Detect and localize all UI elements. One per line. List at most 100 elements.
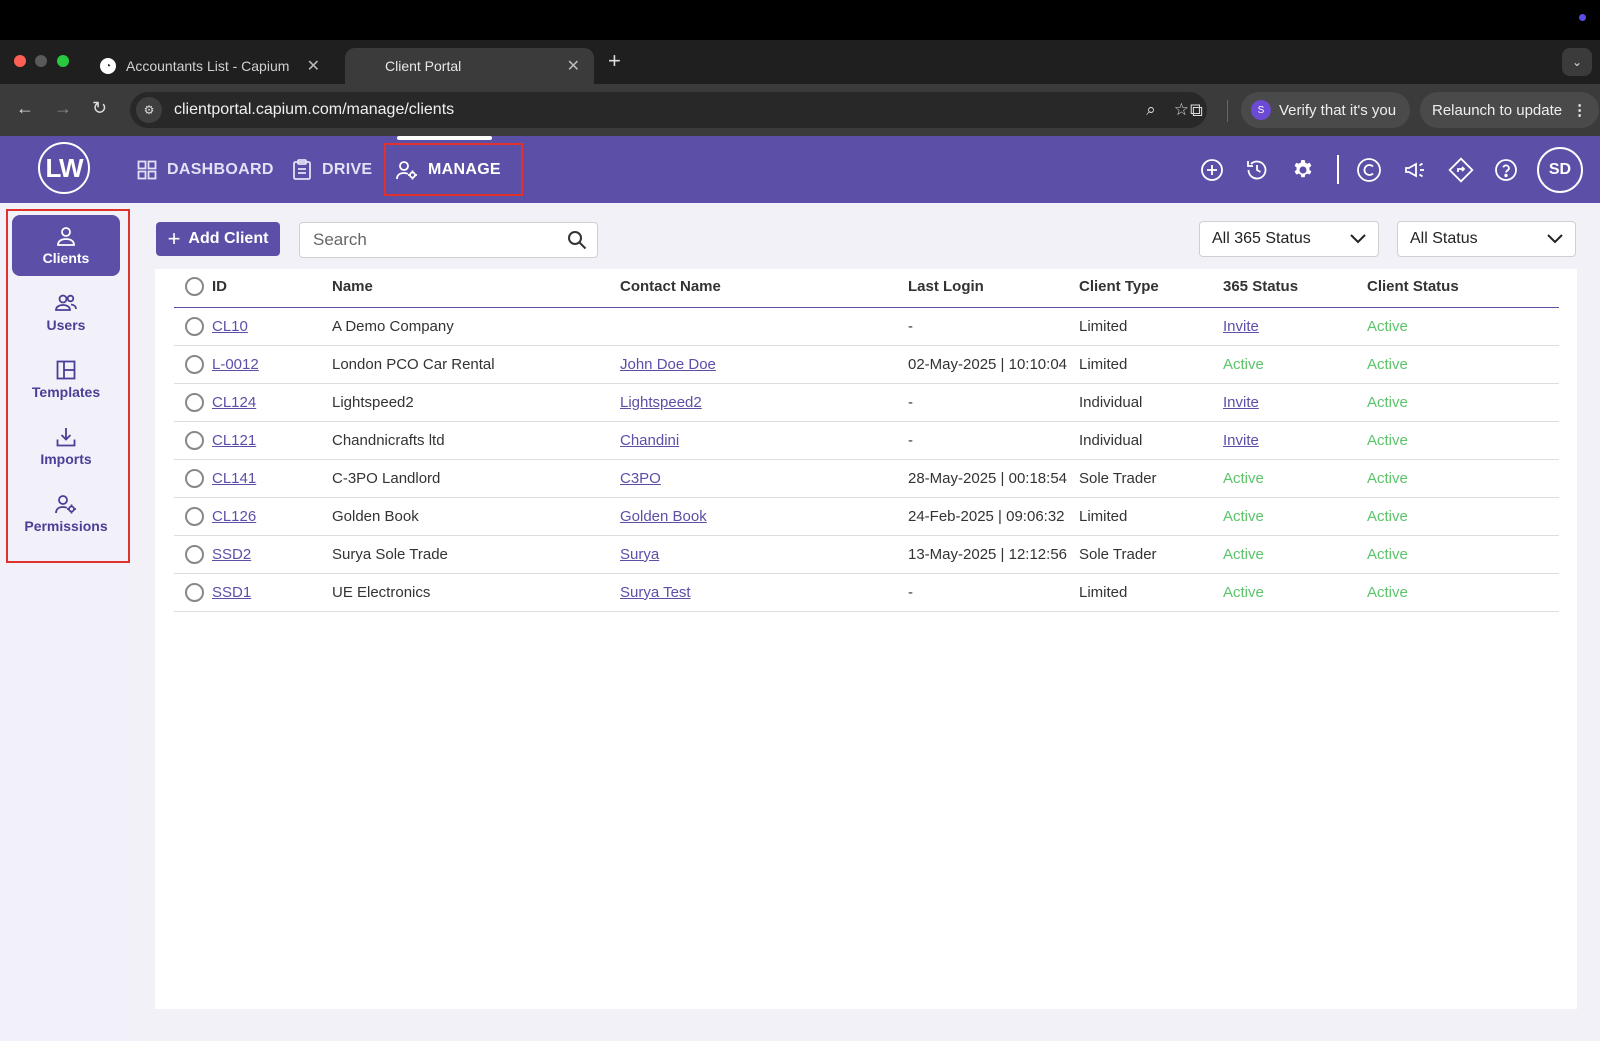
browser-tab-accountants[interactable]: ◔ Accountants List - Capium ✕	[86, 48, 334, 84]
search-field	[299, 222, 598, 258]
cell-365-status: Active	[1223, 573, 1367, 612]
status-365-badge[interactable]: Invite	[1223, 432, 1259, 449]
header-divider	[1337, 155, 1339, 184]
cell-id: SSD2	[174, 535, 332, 574]
header-contact-name[interactable]: Contact Name	[620, 267, 908, 308]
close-window-icon[interactable]	[14, 55, 26, 67]
header-client-type[interactable]: Client Type	[1079, 267, 1223, 308]
row-checkbox[interactable]	[185, 316, 204, 336]
status-365-badge[interactable]: Invite	[1223, 318, 1259, 335]
browser-tab-client-portal[interactable]: Client Portal ✕	[345, 48, 594, 84]
help-icon[interactable]	[1492, 156, 1520, 184]
chevron-down-icon	[1350, 234, 1366, 244]
status-365-badge: Active	[1223, 469, 1264, 487]
history-icon[interactable]	[1243, 156, 1271, 184]
contact-name-link[interactable]: John Doe Doe	[620, 356, 716, 373]
close-tab-icon[interactable]: ✕	[307, 56, 320, 76]
forward-arrow-icon[interactable]: →	[54, 98, 72, 119]
add-circle-icon[interactable]	[1198, 156, 1226, 184]
cell-client-status: Active	[1367, 345, 1559, 384]
user-avatar[interactable]: SD	[1537, 147, 1583, 193]
contact-name-link[interactable]: Surya Test	[620, 584, 691, 601]
header-name[interactable]: Name	[332, 267, 620, 308]
cell-365-status: Active	[1223, 459, 1367, 498]
contact-name-link[interactable]: Chandini	[620, 432, 679, 449]
chevron-down-icon	[1547, 234, 1563, 244]
address-bar[interactable]: ⚙ clientportal.capium.com/manage/clients…	[130, 92, 1207, 128]
contact-name-link[interactable]: Surya	[620, 546, 659, 563]
close-tab-icon[interactable]: ✕	[567, 56, 580, 76]
site-settings-icon[interactable]: ⚙	[136, 97, 162, 123]
table-row: CL124 Lightspeed2 Lightspeed2 - Individual In…	[174, 383, 1559, 422]
row-checkbox[interactable]	[185, 506, 204, 526]
bookmark-star-icon[interactable]: ☆	[1174, 100, 1189, 120]
cell-last-login: -	[908, 307, 1079, 346]
header-365-status[interactable]: 365 Status	[1223, 267, 1367, 308]
toolbar-divider	[1227, 100, 1228, 122]
nav-drive[interactable]: DRIVE	[292, 136, 372, 203]
row-checkbox[interactable]	[185, 430, 204, 450]
tab-search-chevron-icon[interactable]: ⌄	[1562, 48, 1592, 76]
client-id-link[interactable]: CL126	[212, 508, 256, 525]
cell-id: CL124	[174, 383, 332, 422]
client-id-link[interactable]: CL121	[212, 432, 256, 449]
back-arrow-icon[interactable]: ←	[16, 98, 34, 119]
kebab-menu-icon[interactable]: ⋮	[1572, 101, 1587, 119]
relaunch-button[interactable]: Relaunch to update ⋮	[1420, 92, 1600, 128]
add-client-button[interactable]: + Add Client	[156, 222, 280, 256]
extensions-puzzle-icon[interactable]: ⧉	[1190, 100, 1203, 121]
select-all-checkbox[interactable]	[185, 277, 204, 297]
client-id-link[interactable]: L-0012	[212, 356, 259, 373]
client-id-link[interactable]: SSD2	[212, 546, 251, 563]
app-logo[interactable]: LW	[38, 142, 90, 194]
cell-client-status: Active	[1367, 497, 1559, 536]
contact-name-link[interactable]: Golden Book	[620, 508, 707, 525]
client-id-link[interactable]: CL10	[212, 318, 248, 335]
directions-diamond-icon[interactable]	[1447, 156, 1475, 184]
capium-c-icon[interactable]	[1355, 156, 1383, 184]
row-checkbox[interactable]	[185, 582, 204, 602]
nav-dashboard[interactable]: DASHBOARD	[137, 136, 274, 203]
header-last-login[interactable]: Last Login	[908, 267, 1079, 308]
cell-client-type: Limited	[1079, 573, 1223, 612]
cell-client-status: Active	[1367, 535, 1559, 574]
cell-contact: Golden Book	[620, 497, 908, 536]
verify-identity-button[interactable]: S Verify that it's you	[1241, 92, 1411, 128]
row-checkbox[interactable]	[185, 468, 204, 488]
reload-icon[interactable]: ↻	[92, 98, 107, 119]
header-client-status[interactable]: Client Status	[1367, 267, 1559, 308]
maximize-window-icon[interactable]	[57, 55, 69, 67]
row-checkbox[interactable]	[185, 354, 204, 374]
cell-contact: Chandini	[620, 421, 908, 460]
table-row: CL10 A Demo Company - Limited Invite Active	[174, 307, 1559, 346]
contact-name-link[interactable]: Lightspeed2	[620, 394, 702, 411]
cell-client-status: Active	[1367, 573, 1559, 612]
row-checkbox[interactable]	[185, 544, 204, 564]
search-input[interactable]	[300, 223, 567, 257]
cell-name: Lightspeed2	[332, 383, 620, 422]
zoom-icon[interactable]: ⌕	[1146, 100, 1156, 120]
contact-name-link[interactable]: C3PO	[620, 470, 661, 487]
portal-favicon-icon	[359, 58, 375, 74]
client-id-link[interactable]: CL141	[212, 470, 256, 487]
client-id-link[interactable]: SSD1	[212, 584, 251, 601]
client-status-badge: Active	[1367, 507, 1408, 525]
settings-gear-icon[interactable]	[1289, 156, 1317, 184]
minimize-window-icon[interactable]	[35, 55, 47, 67]
cell-client-type: Sole Trader	[1079, 459, 1223, 498]
filter-365-status-select[interactable]: All 365 Status	[1199, 221, 1379, 257]
cell-id: CL121	[174, 421, 332, 460]
cell-name: C-3PO Landlord	[332, 459, 620, 498]
megaphone-icon[interactable]	[1401, 156, 1429, 184]
capium-favicon-icon: ◔	[100, 58, 116, 74]
cell-client-type: Individual	[1079, 383, 1223, 422]
status-365-badge[interactable]: Invite	[1223, 394, 1259, 411]
new-tab-icon[interactable]: +	[608, 48, 621, 74]
filter-client-status-select[interactable]: All Status	[1397, 221, 1576, 257]
cell-last-login: -	[908, 421, 1079, 460]
search-icon[interactable]	[567, 230, 587, 250]
cell-contact: C3PO	[620, 459, 908, 498]
cell-client-type: Limited	[1079, 497, 1223, 536]
row-checkbox[interactable]	[185, 392, 204, 412]
client-id-link[interactable]: CL124	[212, 394, 256, 411]
